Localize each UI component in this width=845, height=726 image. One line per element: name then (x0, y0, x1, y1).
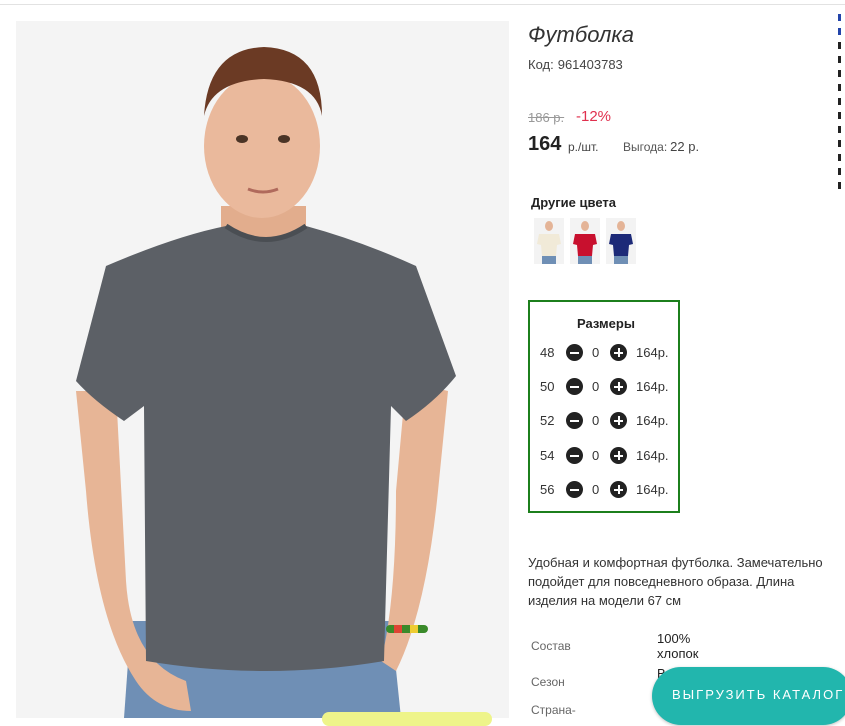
model-illustration (16, 21, 509, 718)
quantity-value: 0 (592, 482, 600, 497)
current-price: 164 (528, 133, 562, 155)
size-label: 54 (540, 448, 555, 463)
code-value: 961403783 (557, 57, 623, 72)
size-label: 56 (540, 482, 555, 497)
size-price: 164р. (636, 482, 669, 497)
composition-line: хлопок (657, 646, 699, 661)
size-price: 164р. (636, 345, 669, 360)
size-label: 48 (540, 345, 555, 360)
plus-icon[interactable] (610, 447, 627, 464)
product-description: Удобная и комфортная футболка. Замечател… (528, 553, 845, 610)
size-row: 52 0 164р. (540, 412, 680, 430)
size-row: 56 0 164р. (540, 481, 680, 499)
description-line: Удобная и комфортная футболка. Замечател… (528, 555, 823, 570)
description-line: изделия на модели 67 см (528, 593, 682, 608)
plus-icon[interactable] (610, 344, 627, 361)
quantity-value: 0 (592, 413, 600, 428)
old-price: 186 р. (528, 110, 565, 125)
export-catalog-label: ВЫГРУЗИТЬ КАТАЛОГ (672, 687, 845, 702)
size-price: 164р. (636, 413, 669, 428)
benefit-label: Выгода: (623, 140, 668, 154)
yellow-floating-tab[interactable] (322, 712, 492, 726)
product-code: Код: 961403783 (528, 57, 623, 72)
quantity-value: 0 (592, 379, 600, 394)
plus-icon[interactable] (610, 481, 627, 498)
size-row: 54 0 164р. (540, 447, 680, 465)
plus-icon[interactable] (610, 412, 627, 429)
export-catalog-button[interactable]: ВЫГРУЗИТЬ КАТАЛОГ (652, 667, 845, 725)
size-label: 50 (540, 379, 555, 394)
spec-label-season: Сезон (531, 675, 565, 689)
minus-icon[interactable] (566, 344, 583, 361)
benefit-value: 22 р. (670, 139, 700, 154)
price-unit: р./шт. (568, 140, 599, 154)
minus-icon[interactable] (566, 378, 583, 395)
spec-label-country: Страна- (531, 703, 576, 717)
composition-line: 100% (657, 631, 691, 646)
color-swatch-navy[interactable] (606, 218, 636, 264)
description-line: подойдет для повседневного образа. Длина (528, 574, 795, 589)
sizes-panel: Размеры 48 0 164р. 50 0 164р. 52 0 164р.… (528, 300, 680, 513)
clipped-sidebar-strip (838, 14, 845, 214)
size-price: 164р. (636, 379, 669, 394)
other-colors-title: Другие цвета (531, 195, 616, 210)
plus-icon[interactable] (610, 378, 627, 395)
color-swatch-cream[interactable] (534, 218, 564, 264)
size-label: 52 (540, 413, 555, 428)
sizes-title: Размеры (577, 316, 635, 331)
spec-value-composition: 100% хлопок (657, 631, 698, 661)
minus-icon[interactable] (566, 412, 583, 429)
minus-icon[interactable] (566, 481, 583, 498)
size-row: 48 0 164р. (540, 344, 680, 362)
code-label: Код: (528, 57, 554, 72)
product-title: Футболка (528, 22, 634, 47)
product-photo[interactable] (16, 21, 509, 718)
top-divider (0, 4, 845, 5)
size-row: 50 0 164р. (540, 378, 680, 396)
color-swatch-red[interactable] (570, 218, 600, 264)
quantity-value: 0 (592, 448, 600, 463)
quantity-value: 0 (592, 345, 600, 360)
benefit: Выгода: 22 р. (623, 139, 699, 154)
discount-badge: -12% (576, 108, 612, 125)
size-price: 164р. (636, 448, 669, 463)
minus-icon[interactable] (566, 447, 583, 464)
spec-label-composition: Состав (531, 639, 571, 653)
